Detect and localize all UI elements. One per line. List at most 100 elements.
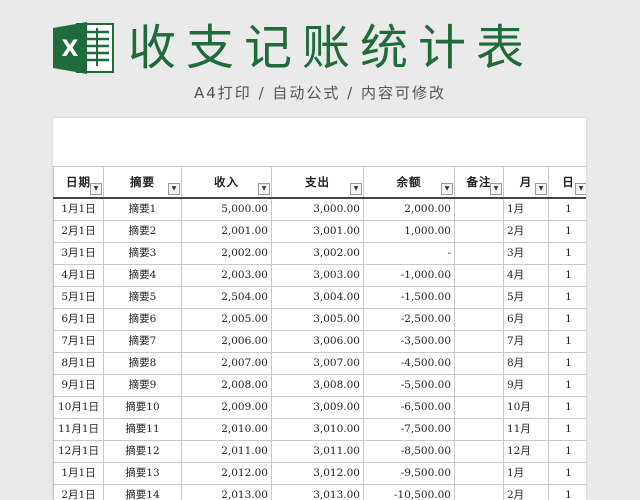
cell-expense[interactable]: 3,012.00 (271, 462, 364, 485)
cell-summary[interactable]: 摘要12 (103, 440, 182, 463)
cell-date[interactable]: 7月1日 (53, 330, 104, 353)
cell-income[interactable]: 2,006.00 (181, 330, 272, 353)
cell-month[interactable]: 1月 (503, 197, 549, 221)
cell-expense[interactable]: 3,008.00 (271, 374, 364, 397)
cell-day[interactable]: 1 (548, 484, 586, 500)
cell-income[interactable]: 2,010.00 (181, 418, 272, 441)
cell-expense[interactable]: 3,009.00 (271, 396, 364, 419)
cell-summary[interactable]: 摘要6 (103, 308, 182, 331)
cell-balance[interactable]: - (363, 242, 455, 265)
cell-date[interactable]: 5月1日 (53, 286, 104, 309)
cell-month[interactable]: 12月 (503, 440, 549, 463)
cell-day[interactable]: 1 (548, 374, 586, 397)
cell-date[interactable]: 2月1日 (53, 220, 104, 243)
cell-day[interactable]: 1 (548, 440, 586, 463)
cell-date[interactable]: 11月1日 (53, 418, 104, 441)
cell-day[interactable]: 1 (548, 286, 586, 309)
cell-summary[interactable]: 摘要2 (103, 220, 182, 243)
cell-notes[interactable] (454, 352, 504, 375)
cell-balance[interactable]: 1,000.00 (363, 220, 455, 243)
cell-expense[interactable]: 3,013.00 (271, 484, 364, 500)
cell-balance[interactable]: -6,500.00 (363, 396, 455, 419)
cell-income[interactable]: 2,003.00 (181, 264, 272, 287)
cell-date[interactable]: 8月1日 (53, 352, 104, 375)
cell-notes[interactable] (454, 197, 504, 221)
cell-day[interactable]: 1 (548, 264, 586, 287)
cell-day[interactable]: 1 (548, 352, 586, 375)
cell-expense[interactable]: 3,005.00 (271, 308, 364, 331)
filter-dropdown-icon[interactable]: ▼ (168, 183, 180, 195)
cell-day[interactable]: 1 (548, 220, 586, 243)
cell-notes[interactable] (454, 484, 504, 500)
cell-date[interactable]: 4月1日 (53, 264, 104, 287)
cell-balance[interactable]: -8,500.00 (363, 440, 455, 463)
cell-balance[interactable]: -9,500.00 (363, 462, 455, 485)
cell-income[interactable]: 2,007.00 (181, 352, 272, 375)
cell-month[interactable]: 2月 (503, 484, 549, 500)
cell-month[interactable]: 7月 (503, 330, 549, 353)
cell-month[interactable]: 9月 (503, 374, 549, 397)
cell-expense[interactable]: 3,002.00 (271, 242, 364, 265)
cell-summary[interactable]: 摘要5 (103, 286, 182, 309)
cell-notes[interactable] (454, 462, 504, 485)
cell-expense[interactable]: 3,004.00 (271, 286, 364, 309)
cell-date[interactable]: 1月1日 (53, 197, 104, 221)
cell-summary[interactable]: 摘要11 (103, 418, 182, 441)
cell-month[interactable]: 8月 (503, 352, 549, 375)
filter-dropdown-icon[interactable]: ▼ (490, 183, 502, 195)
cell-income[interactable]: 2,005.00 (181, 308, 272, 331)
cell-notes[interactable] (454, 374, 504, 397)
cell-balance[interactable]: -1,000.00 (363, 264, 455, 287)
cell-balance[interactable]: 2,000.00 (363, 197, 455, 221)
cell-month[interactable]: 10月 (503, 396, 549, 419)
cell-balance[interactable]: -3,500.00 (363, 330, 455, 353)
cell-month[interactable]: 11月 (503, 418, 549, 441)
cell-income[interactable]: 2,504.00 (181, 286, 272, 309)
cell-date[interactable]: 6月1日 (53, 308, 104, 331)
cell-income[interactable]: 2,002.00 (181, 242, 272, 265)
cell-balance[interactable]: -7,500.00 (363, 418, 455, 441)
cell-expense[interactable]: 3,001.00 (271, 220, 364, 243)
cell-expense[interactable]: 3,006.00 (271, 330, 364, 353)
cell-summary[interactable]: 摘要8 (103, 352, 182, 375)
cell-month[interactable]: 4月 (503, 264, 549, 287)
cell-month[interactable]: 6月 (503, 308, 549, 331)
cell-day[interactable]: 1 (548, 308, 586, 331)
cell-notes[interactable] (454, 330, 504, 353)
cell-summary[interactable]: 摘要13 (103, 462, 182, 485)
cell-day[interactable]: 1 (548, 462, 586, 485)
cell-expense[interactable]: 3,007.00 (271, 352, 364, 375)
cell-month[interactable]: 3月 (503, 242, 549, 265)
cell-date[interactable]: 1月1日 (53, 462, 104, 485)
cell-expense[interactable]: 3,011.00 (271, 440, 364, 463)
cell-income[interactable]: 2,001.00 (181, 220, 272, 243)
cell-month[interactable]: 2月 (503, 220, 549, 243)
cell-date[interactable]: 12月1日 (53, 440, 104, 463)
cell-notes[interactable] (454, 264, 504, 287)
cell-date[interactable]: 2月1日 (53, 484, 104, 500)
filter-dropdown-icon[interactable]: ▼ (90, 183, 102, 195)
cell-date[interactable]: 10月1日 (53, 396, 104, 419)
cell-balance[interactable]: -2,500.00 (363, 308, 455, 331)
cell-notes[interactable] (454, 308, 504, 331)
cell-summary[interactable]: 摘要9 (103, 374, 182, 397)
cell-balance[interactable]: -5,500.00 (363, 374, 455, 397)
cell-date[interactable]: 9月1日 (53, 374, 104, 397)
filter-dropdown-icon[interactable]: ▼ (350, 183, 362, 195)
cell-balance[interactable]: -4,500.00 (363, 352, 455, 375)
cell-summary[interactable]: 摘要14 (103, 484, 182, 500)
cell-summary[interactable]: 摘要4 (103, 264, 182, 287)
filter-dropdown-icon[interactable]: ▼ (441, 183, 453, 195)
cell-day[interactable]: 1 (548, 330, 586, 353)
cell-summary[interactable]: 摘要1 (103, 197, 182, 221)
cell-month[interactable]: 1月 (503, 462, 549, 485)
filter-dropdown-icon[interactable]: ▼ (258, 183, 270, 195)
cell-notes[interactable] (454, 418, 504, 441)
cell-day[interactable]: 1 (548, 418, 586, 441)
cell-income[interactable]: 2,011.00 (181, 440, 272, 463)
filter-dropdown-icon[interactable]: ▼ (535, 183, 547, 195)
cell-notes[interactable] (454, 242, 504, 265)
cell-notes[interactable] (454, 286, 504, 309)
cell-income[interactable]: 2,013.00 (181, 484, 272, 500)
cell-summary[interactable]: 摘要10 (103, 396, 182, 419)
